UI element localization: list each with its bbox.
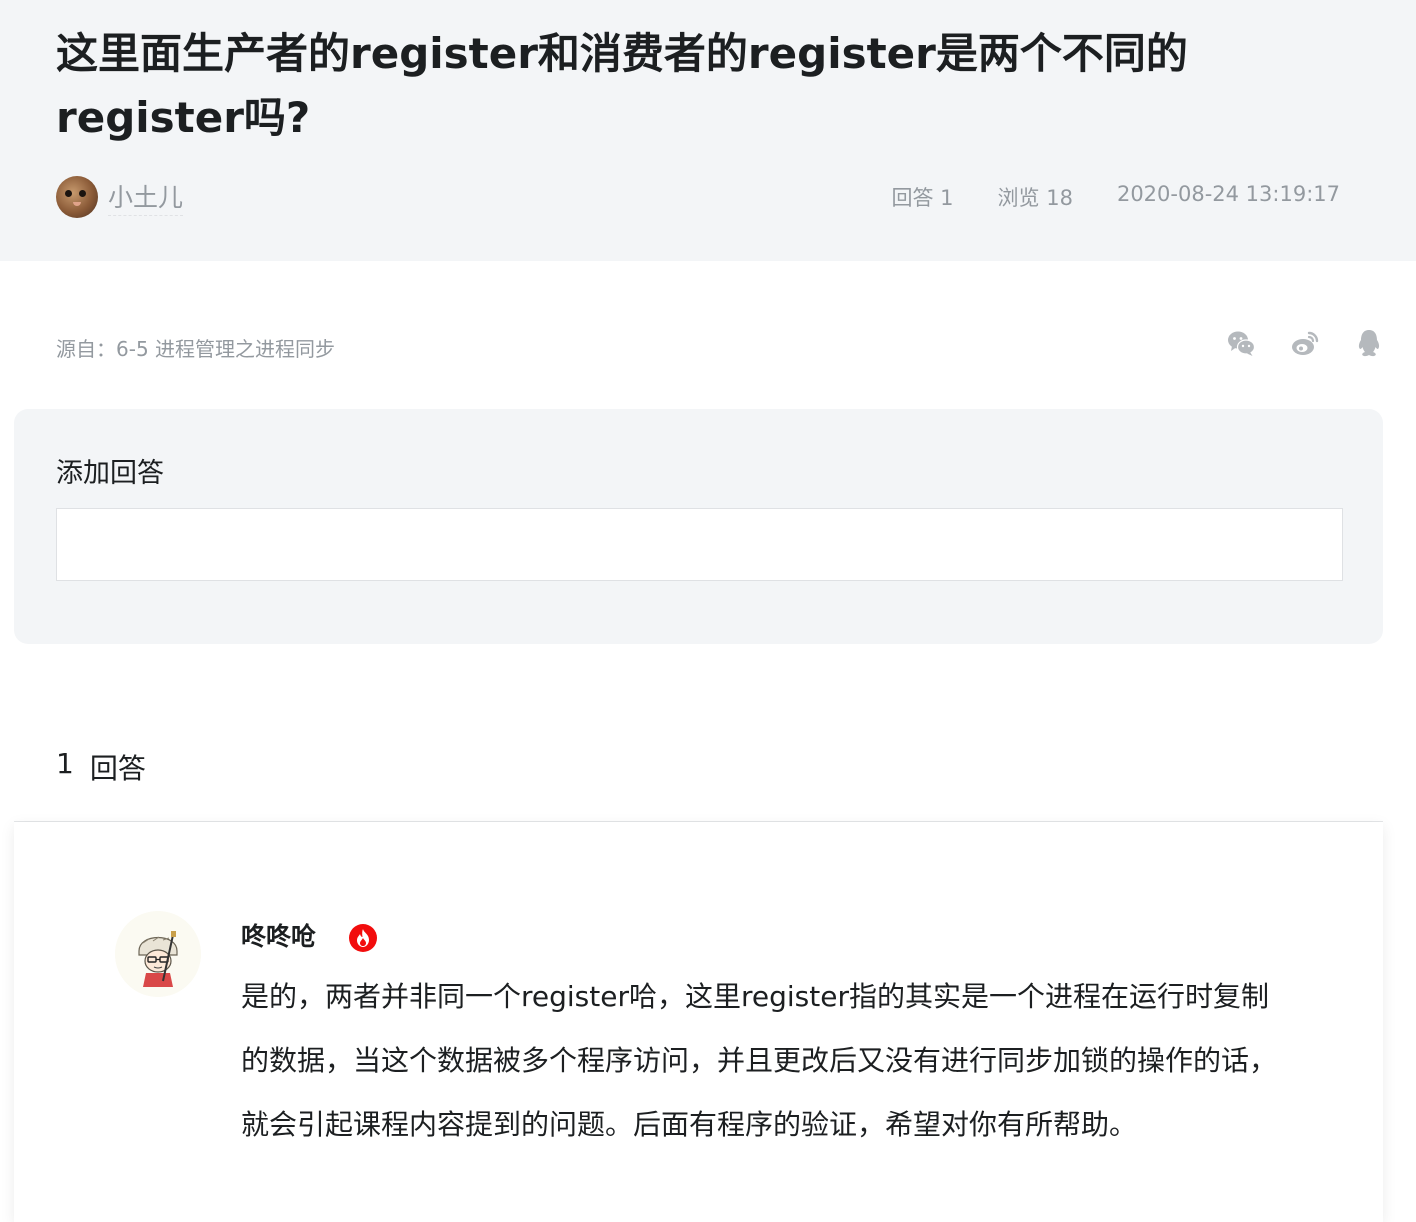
question-header: 这里面生产者的register和消费者的register是两个不同的regist…	[0, 0, 1416, 261]
weibo-icon[interactable]	[1290, 328, 1320, 358]
answers-label: 回答	[89, 752, 146, 785]
answer-input[interactable]	[56, 508, 1343, 581]
share-bar	[1226, 328, 1384, 358]
question-datetime: 2020-08-24 13:19:17	[1116, 182, 1340, 206]
question-meta: 回答 1 浏览 18 2020-08-24 13:19:17	[892, 182, 1341, 212]
add-answer-title: 添加回答	[56, 458, 164, 489]
views-count-meta: 浏览 18	[997, 186, 1073, 210]
qq-icon[interactable]	[1354, 328, 1384, 358]
add-answer-panel: 添加回答	[14, 409, 1383, 644]
answers-count-meta: 回答 1	[891, 186, 954, 210]
author-name[interactable]: 小土儿	[108, 178, 184, 216]
answerer-avatar[interactable]	[115, 911, 201, 997]
answer-text: 是的，两者并非同一个register哈，这里register指的其实是一个进程在…	[241, 980, 1278, 1141]
hot-flame-icon	[349, 924, 377, 952]
source-link[interactable]: 源自：6-5 进程管理之进程同步	[56, 333, 335, 362]
question-title: 这里面生产者的register和消费者的register是两个不同的regist…	[56, 29, 1188, 142]
author-avatar[interactable]	[56, 176, 98, 218]
question-author[interactable]: 小土儿	[56, 175, 184, 219]
answerer-name[interactable]: 咚咚呛	[241, 917, 316, 953]
answers-header: 1 回答	[56, 747, 146, 787]
answers-count: 1	[56, 747, 74, 780]
wechat-icon[interactable]	[1226, 328, 1256, 358]
